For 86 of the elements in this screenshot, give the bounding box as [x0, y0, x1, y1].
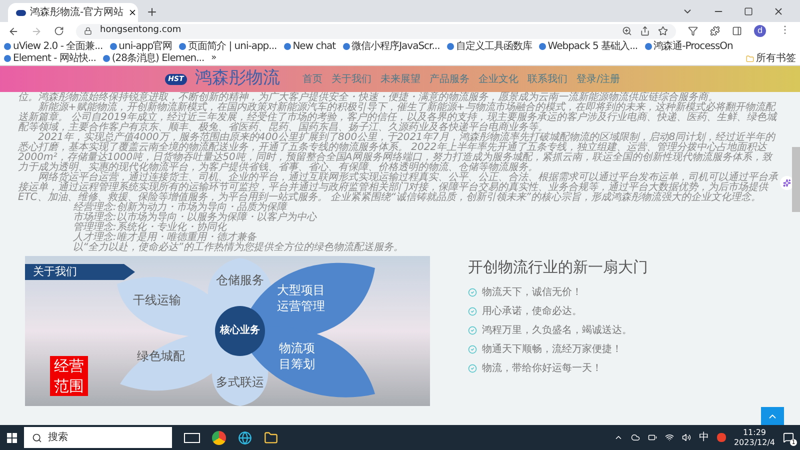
scrollbar-thumb[interactable]	[792, 147, 800, 212]
concept-line: 人才理念:唯才是用・唯德重用・德才兼备	[72, 233, 256, 243]
tab-title: 鸿森彤物流-官方网站	[30, 6, 124, 20]
slogan-item: 物流天下，诚信无价！	[482, 286, 582, 300]
bookmark[interactable]: New chat	[284, 41, 336, 52]
petal-label: 多式联运	[216, 374, 265, 390]
section-banner: 关于我们	[25, 264, 135, 280]
menu-button[interactable]: ⋮	[778, 26, 792, 36]
bookmark[interactable]: 微信小程序JavaScr...	[342, 41, 440, 52]
bookmark-favicon-icon	[179, 43, 186, 50]
bookmark-favicon-icon	[284, 43, 291, 50]
clock-time[interactable]: 11:29	[742, 428, 766, 438]
app-tray-icon[interactable]	[716, 433, 726, 442]
bookmark[interactable]: Webpack 5 基础入...	[538, 41, 638, 52]
slogan-item: 用心承诺，使命必达。	[482, 304, 582, 318]
bookmark[interactable]: Element - 网站快...	[4, 53, 96, 64]
slogan-item: 物流，带给你好运每一天！	[482, 362, 602, 376]
slogan-heading: 开创物流行业的新一扇大门	[468, 257, 648, 278]
bookmark-favicon-icon	[342, 43, 350, 50]
zoom-icon[interactable]	[622, 26, 632, 36]
petal-label: 大型项目运营管理	[277, 282, 325, 314]
bookmark-favicon-icon	[538, 43, 546, 50]
search-icon	[32, 432, 42, 442]
petal-label: 绿色城配	[137, 348, 186, 364]
star-icon[interactable]	[658, 26, 668, 36]
intro-paragraph: 2021年，实现总产值4000万，服务范围由原来的400公里扩展到了800公里，于2021年7月，鸿森彤物流率先打破城配物流的区域限制，启动8同计划，经过近半年的悉心打磨，基本实现了覆盖云南全境的物流配送业务，开通了五条专线的物流服务体系。 2022年上半年率先开通了五条专线，独立组建、运营、管理分拨中心占地面积达2000m²，存储量达1000吨，日货物吞吐量达50吨，同时，预留整合全国A网服务网络端口，努力打造成为服务城配，紧抓云南，联运全国的创新性现代物流服务体系，致力于成为透明、实惠的现代化物流平台，为客户提供省钱、省事、省心、有保障、价格透明的物流、仓储等物流服务。	[18, 133, 776, 173]
site-favicon-icon	[16, 10, 26, 16]
bookmark-favicon-icon	[644, 43, 652, 50]
filter-icon[interactable]	[688, 26, 698, 36]
check-circle-icon	[468, 344, 477, 354]
check-circle-icon	[468, 364, 477, 372]
bookmark[interactable]: uView 2.0 - 全面兼...	[4, 41, 103, 52]
center-circle	[215, 306, 265, 356]
intro-paragraph: 网络货运平台运营，通过连接货主、司机、企业的平台，通过互联网形式实现运输过程真实、公平、公正、合法、根据需求可以通过平台发布运单，司机可以通过平台承接运单，通过运程管理系统实现所有的运输环节可监控，平台并通过与政府监管相关部门对接，保障平台交易的真实性、业务合规等，通过平台大数据优势，为后市场提供ETC、加油、维修、救援、保险等增值服务，为平台用到一站式服务。 企业紧紧围绕“诚信铸就品质，创新引领未来”的核心宗旨，形成鸿森彤物流强大的企业文化理念。	[18, 173, 778, 203]
search-placeholder: 搜索	[48, 430, 68, 445]
volume-icon[interactable]	[682, 433, 691, 442]
folder-icon	[746, 54, 754, 62]
globe-icon[interactable]	[238, 430, 252, 444]
back-icon[interactable]	[8, 26, 19, 36]
concept-line: 以“全力以赴，使命必达”的工作热情为您提供全方位的绿色物流配送服务。	[72, 243, 404, 253]
puzzle-icon[interactable]	[710, 26, 720, 36]
all-bookmarks[interactable]: 所有书签	[746, 53, 796, 64]
url-text: hongsentong.com	[100, 24, 182, 38]
check-circle-icon	[468, 288, 477, 296]
check-circle-icon	[468, 306, 477, 316]
bookmark-favicon-icon	[446, 43, 454, 50]
concept-line: 市场理念:以市场为导向・以服务为保障・以客户为中心	[72, 213, 318, 223]
center-label: 核心业务	[220, 325, 260, 337]
more-bookmarks[interactable]: »	[211, 53, 217, 64]
profile-avatar[interactable]: d	[754, 25, 766, 37]
restore-icon[interactable]	[744, 7, 753, 16]
reload-icon[interactable]	[54, 26, 64, 36]
petal-label: 干线运输	[133, 292, 182, 308]
input-method-indicator[interactable]: 中	[698, 430, 709, 445]
browser-app-icon[interactable]	[212, 430, 226, 444]
chevron-up-icon[interactable]	[614, 433, 623, 442]
lock-icon	[84, 27, 92, 35]
bookmark[interactable]: uni-app官网	[110, 41, 172, 52]
scope-stamp: 经营范围	[50, 356, 88, 396]
concept-line: 管理理念:系统化・专业化・协同化	[72, 223, 227, 233]
side-panel-icon[interactable]	[732, 26, 742, 36]
concept-line: 经营理念:创新为动力・市场为导向・品质为保障	[72, 203, 288, 213]
share-icon[interactable]	[640, 26, 650, 36]
address-bar[interactable]: hongsentong.com	[76, 24, 676, 38]
slogan-item: 鸿程万里，久负盛名，竭诚送达。	[482, 324, 632, 338]
check-circle-icon	[468, 326, 477, 334]
site-title: 鸿森彤物流	[195, 67, 280, 90]
bookmark[interactable]: 鸿森通-ProcessOn	[644, 41, 733, 52]
bookmark[interactable]: 自定义工具函数库	[446, 41, 532, 52]
petal-label: 物流项目筹划	[279, 340, 315, 372]
taskbar-search-field[interactable]: 搜索	[24, 427, 172, 448]
clock-date[interactable]: 2023/12/4	[734, 438, 775, 448]
petal-label: 仓储服务	[216, 272, 265, 288]
close-icon[interactable]	[128, 8, 137, 17]
battery-icon[interactable]	[648, 433, 657, 442]
task-view-icon[interactable]	[184, 432, 200, 442]
close-icon[interactable]	[773, 6, 784, 17]
bookmark[interactable]: 页面简介 | uni-app...	[179, 41, 277, 52]
folder-icon[interactable]	[264, 430, 278, 444]
cloud-icon[interactable]	[630, 433, 640, 442]
slogan-item: 物通天下顺畅，流经万家便捷！	[482, 342, 622, 356]
bookmark[interactable]: (28条消息) Elemen...	[102, 53, 204, 64]
browser-tab[interactable]: 鸿森彤物流-官方网站	[8, 3, 138, 22]
new-tab-icon[interactable]	[146, 6, 158, 18]
wifi-icon[interactable]	[664, 433, 674, 442]
intro-paragraph: 新能源+赋能物流，开创新物流新模式，在国内政策对新能源汽车的积极引导下，催生了新能源+与物流市场融合的模式，在即将到的未来，这种新模式必将翻开物流配送新篇章。 公司自2019年成立，经过近三年发展，经受住了市场的考验，客户的信任，以及各界的支持，现主要服务承运的客户涉及行业电商、快递、医药、生鲜、绿色城配等领域，主要合作客户有京东、顺丰、极兔、省医药、昆药、国药东昌、扬子江、久源药业及各快递平台电商业务等。	[18, 103, 778, 133]
